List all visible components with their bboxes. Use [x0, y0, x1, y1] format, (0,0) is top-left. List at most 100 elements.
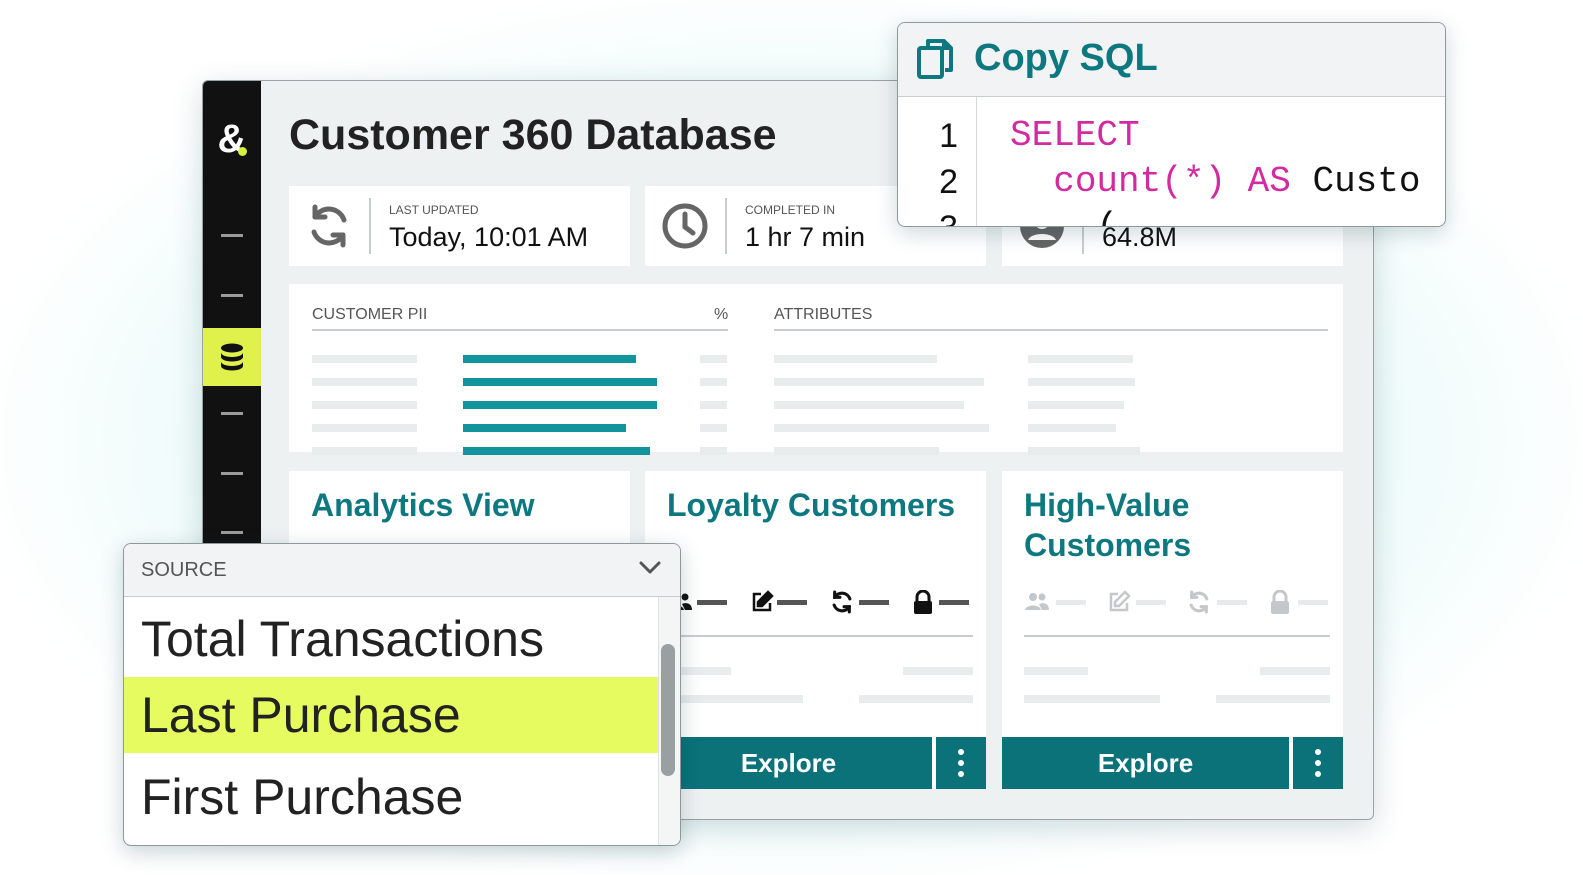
- placeholder-bar: [1217, 600, 1247, 605]
- placeholder-bar: [700, 447, 727, 455]
- sidebar-item-5[interactable]: [221, 472, 243, 475]
- placeholder-bar: [1028, 424, 1116, 432]
- placeholder-bar: [312, 447, 417, 455]
- placeholder-bar: [697, 600, 727, 605]
- source-dropdown[interactable]: SOURCE Total Transactions Last Purchase …: [123, 543, 681, 846]
- stat-label: LAST UPDATED: [389, 203, 479, 217]
- stat-label: COMPLETED IN: [745, 203, 836, 217]
- placeholder-bar: [1298, 600, 1328, 605]
- sql-line: SELECT: [1010, 115, 1140, 156]
- placeholder-bar: [667, 695, 803, 703]
- card-title: Analytics View: [311, 487, 535, 523]
- line-number: 2: [939, 163, 958, 201]
- card-loyalty-customers[interactable]: Loyalty Customers Explore: [645, 471, 986, 789]
- stat-card-last-updated: LAST UPDATED Today, 10:01 AM: [289, 186, 630, 266]
- divider: [369, 198, 371, 254]
- placeholder-bar: [1216, 695, 1330, 703]
- brand-logo[interactable]: &: [203, 109, 261, 169]
- scrollbar-thumb[interactable]: [661, 644, 675, 776]
- divider: [774, 329, 1328, 331]
- card-title: Loyalty Customers: [667, 487, 956, 523]
- placeholder-bar: [859, 600, 889, 605]
- placeholder-bar: [1260, 667, 1330, 675]
- explore-button[interactable]: Explore: [1002, 737, 1289, 789]
- placeholder-bar: [1028, 355, 1133, 363]
- copy-sql-popover: Copy SQL 1 2 3 SELECT count(*) AS Custo …: [897, 22, 1446, 227]
- placeholder-bar: [939, 600, 969, 605]
- placeholder-bar: [1028, 378, 1135, 386]
- card-title: High-Value Customers: [1024, 487, 1192, 563]
- sidebar-item-4[interactable]: [221, 412, 243, 415]
- card-actions-row: [1024, 587, 1328, 617]
- explore-button[interactable]: Explore: [645, 737, 932, 789]
- placeholder-bar: [1028, 447, 1140, 455]
- line-number: 1: [939, 117, 958, 155]
- placeholder-bar: [774, 378, 984, 386]
- copy-sql-title: Copy SQL: [974, 37, 1158, 79]
- divider: [312, 329, 728, 331]
- stat-value: Today, 10:01 AM: [389, 222, 589, 252]
- stat-value: 1 hr 7 min: [745, 222, 866, 252]
- lock-icon[interactable]: [1267, 589, 1293, 615]
- refresh-icon[interactable]: [1186, 589, 1212, 615]
- placeholder-bar: [774, 424, 989, 432]
- divider: [725, 198, 727, 254]
- placeholder-bar: [859, 695, 973, 703]
- pii-bar: [463, 401, 657, 409]
- placeholder-bar: [1028, 401, 1124, 409]
- source-option-last-purchase[interactable]: Last Purchase: [124, 677, 658, 753]
- divider: [667, 635, 973, 637]
- sidebar-item-1[interactable]: [221, 234, 243, 237]
- edit-icon[interactable]: [749, 589, 775, 615]
- edit-icon[interactable]: [1106, 589, 1132, 615]
- placeholder-bar: [1056, 600, 1086, 605]
- sidebar-item-6[interactable]: [221, 531, 243, 534]
- placeholder-bar: [312, 424, 417, 432]
- attributes-header: ATTRIBUTES: [774, 306, 873, 323]
- sql-line: count(*) AS Custo: [1053, 161, 1421, 202]
- placeholder-bar: [774, 401, 964, 409]
- page-title: Customer 360 Database: [289, 111, 777, 159]
- sql-line: (: [1010, 207, 1118, 226]
- line-number-gutter: 1 2 3: [898, 97, 977, 226]
- placeholder-bar: [774, 447, 939, 455]
- placeholder-bar: [700, 378, 727, 386]
- placeholder-bar: [700, 401, 727, 409]
- refresh-icon[interactable]: [829, 589, 855, 615]
- copy-icon[interactable]: [916, 38, 954, 85]
- percent-header: %: [714, 306, 729, 323]
- source-option-first-purchase[interactable]: First Purchase: [124, 759, 658, 835]
- placeholder-bar: [1024, 667, 1088, 675]
- data-summary-panel: CUSTOMER PII % ATTRIBUTES: [289, 284, 1343, 455]
- source-option-total-transactions[interactable]: Total Transactions: [124, 601, 658, 677]
- pii-bar: [463, 355, 636, 363]
- placeholder-bar: [312, 355, 417, 363]
- line-number: 3: [898, 209, 958, 226]
- more-options-icon[interactable]: [936, 737, 986, 789]
- card-actions-row: [667, 587, 969, 617]
- chevron-down-icon[interactable]: [638, 560, 662, 581]
- placeholder-bar: [312, 401, 417, 409]
- lock-icon[interactable]: [910, 589, 936, 615]
- placeholder-bar: [700, 424, 727, 432]
- more-options-icon[interactable]: [1293, 737, 1343, 789]
- divider: [1024, 635, 1330, 637]
- card-high-value-customers[interactable]: High-Value Customers Explore: [1002, 471, 1343, 789]
- copy-sql-header[interactable]: Copy SQL: [898, 23, 1445, 97]
- clock-icon: [661, 202, 709, 250]
- logo-dot: [238, 147, 247, 156]
- users-icon[interactable]: [1024, 589, 1050, 615]
- pii-bar: [463, 378, 657, 386]
- placeholder-bar: [777, 600, 807, 605]
- placeholder-bar: [774, 355, 937, 363]
- source-dropdown-header[interactable]: SOURCE: [124, 544, 680, 597]
- customer-pii-header: CUSTOMER PII: [312, 306, 428, 323]
- placeholder-bar: [1024, 695, 1160, 703]
- refresh-icon: [305, 202, 353, 250]
- placeholder-bar: [903, 667, 973, 675]
- pii-bar: [463, 424, 626, 432]
- sidebar-item-2[interactable]: [221, 294, 243, 297]
- placeholder-bar: [1136, 600, 1166, 605]
- source-label: SOURCE: [141, 559, 227, 581]
- sidebar-item-database[interactable]: [203, 328, 261, 386]
